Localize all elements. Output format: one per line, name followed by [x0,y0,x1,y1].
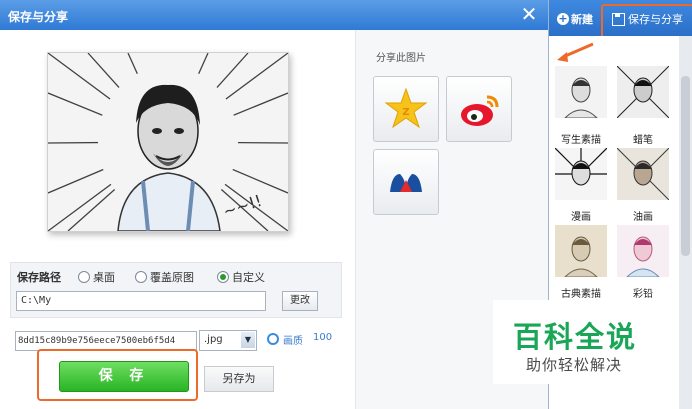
effect-thumb-comic[interactable] [555,148,607,200]
qzone-icon: Z [384,87,428,129]
effect-thumb-color-pencil[interactable] [617,225,669,277]
top-toolbar: + 新建 保存与分享 [549,0,692,42]
thumbnail-image [617,225,669,277]
plus-icon: + [557,12,569,25]
preview-image: ~~!! [47,52,289,232]
thumbnail-image [617,66,669,118]
comic-portrait-image: ~~!! [48,53,288,231]
effect-label: 古典素描 [561,289,601,300]
share-qzone-button[interactable]: Z [373,76,439,142]
radio-desktop[interactable]: 桌面 [78,269,115,285]
save-button[interactable]: 保 存 [59,361,189,392]
effect-label: 彩铅 [633,289,653,300]
radio-desktop-label: 桌面 [93,271,115,284]
new-button[interactable]: + 新建 [557,11,593,27]
effect-thumb-sketch[interactable] [555,66,607,118]
share-renren-button[interactable] [373,149,439,215]
effect-thumb-oil[interactable] [617,148,669,200]
thumbnail-image [617,148,669,200]
effect-label: 写生素描 [561,135,601,146]
radio-dot-selected [217,271,229,283]
weibo-icon [461,95,499,126]
radio-overwrite-label: 覆盖原图 [150,271,194,284]
chevron-down-icon[interactable]: ▼ [241,332,255,348]
save-share-dialog: 保存与分享 ✕ ~~!! 保存路径 桌面 覆盖原图 自定义 C:\My 更改 8… [0,0,549,409]
change-path-button[interactable]: 更改 [282,291,318,311]
effect-thumb-classic-sketch[interactable] [555,225,607,277]
thumbnail-image [555,66,607,118]
effect-label: 漫画 [571,212,591,223]
radio-custom[interactable]: 自定义 [217,269,265,285]
dialog-title: 保存与分享 [8,10,69,24]
effect-label: 蜡笔 [633,135,653,146]
filename-input[interactable]: 8dd15c89b9e756eece7500eb6f5d4 [15,331,197,351]
radio-overwrite[interactable]: 覆盖原图 [135,269,194,285]
new-button-label: 新建 [571,13,593,26]
save-path-panel: 保存路径 桌面 覆盖原图 自定义 C:\My 更改 [10,262,342,318]
share-title: 分享此图片 [376,53,426,64]
format-select[interactable]: .jpg ▼ [199,330,257,351]
quality-value: 100 [313,332,333,343]
watermark-title: 百科全说 [513,320,638,354]
watermark-subtitle: 助你轻松解决 [526,356,623,374]
save-path-label: 保存路径 [17,271,61,284]
effects-scrollbar[interactable] [679,36,692,409]
svg-text:Z: Z [402,107,409,118]
close-icon[interactable]: ✕ [518,4,540,26]
radio-dot [135,271,147,283]
watermark: 百科全说 助你轻松解决 [493,300,666,384]
scrollbar-thumb[interactable] [681,76,690,256]
quality-icon[interactable] [267,333,279,345]
thumbnail-image [555,225,607,277]
share-weibo-button[interactable] [446,76,512,142]
thumbnail-image [555,148,607,200]
save-path-input[interactable]: C:\My [16,291,266,311]
radio-custom-label: 自定义 [232,271,265,284]
quality-label[interactable]: 画质 [283,332,303,347]
effect-thumb-crayon[interactable] [617,66,669,118]
annotation-arrow-icon [557,42,594,62]
format-value: .jpg [204,334,223,345]
effect-label: 油画 [633,212,653,223]
radio-dot [78,271,90,283]
save-as-button[interactable]: 另存为 [204,366,274,392]
renren-icon [390,174,422,192]
dialog-titlebar: 保存与分享 ✕ [0,0,548,30]
